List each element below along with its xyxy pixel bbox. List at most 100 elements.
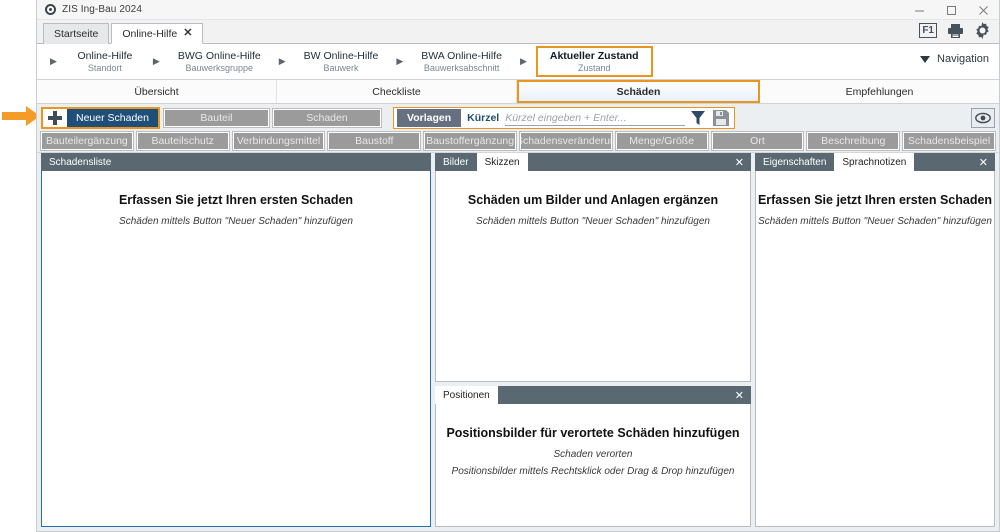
empty-state-subtitle: Schäden mittels Button "Neuer Schaden" h… — [758, 216, 992, 227]
section-tab-label: Empfehlungen — [845, 85, 914, 98]
positions-panel-header: Positionen ✕ — [435, 386, 751, 405]
tab-bilder[interactable]: Bilder — [435, 153, 477, 171]
toolbar: Neuer Schaden Bauteil Schaden Vorlagen K… — [37, 104, 999, 153]
preview-eye-button[interactable] — [971, 108, 995, 128]
tab-close-icon[interactable]: ✕ — [183, 28, 192, 39]
breadcrumb-subtitle: Standort — [87, 63, 122, 73]
bauteil-button[interactable]: Bauteil — [162, 108, 270, 128]
empty-state-subtitle-1: Schaden verorten — [553, 449, 633, 461]
ort-button[interactable]: Ort — [710, 131, 805, 151]
breadcrumb-subtitle: Bauwerksabschnitt — [423, 63, 500, 73]
toolbar-row-primary: Neuer Schaden Bauteil Schaden Vorlagen K… — [41, 107, 995, 129]
vorlagen-button[interactable]: Vorlagen — [396, 109, 462, 127]
document-tab-bar: Startseite Online-Hilfe ✕ — [37, 20, 999, 44]
schadensveraenderung-button[interactable]: Schadensveränderun — [518, 131, 613, 151]
tab-schaeden[interactable]: Schäden — [517, 80, 760, 103]
eye-icon — [975, 112, 991, 124]
tab-label: Startseite — [54, 28, 99, 40]
close-icon[interactable]: ✕ — [972, 153, 995, 171]
damage-list-body[interactable]: Erfassen Sie jetzt Ihren ersten Schaden … — [41, 171, 431, 527]
application-window: ZIS Ing-Bau 2024 Startseite Online-Hilfe — [36, 0, 1000, 532]
minimize-button[interactable] — [903, 0, 935, 20]
toolbar-row-attributes: Bauteilergänzung Bauteilschutz Verbindun… — [40, 131, 996, 151]
close-icon[interactable]: ✕ — [728, 153, 751, 171]
tab-sprachnotizen[interactable]: Sprachnotizen — [834, 153, 915, 171]
kuerzel-label: Kürzel — [467, 112, 500, 124]
close-button[interactable] — [967, 0, 999, 20]
breadcrumb-item-standort[interactable]: Online-Hilfe Standort — [66, 48, 144, 75]
empty-state-subtitle-2: Positionsbilder mittels Rechtsklick oder… — [451, 465, 735, 477]
kuerzel-input[interactable] — [505, 110, 686, 126]
tab-uebersicht[interactable]: Übersicht — [37, 80, 277, 103]
section-tab-label: Schäden — [616, 85, 661, 98]
images-panel: Bilder Skizzen ✕ Schäden um Bilder und A… — [435, 153, 751, 383]
maximize-button[interactable] — [935, 0, 967, 20]
schaden-button[interactable]: Schaden — [271, 108, 382, 128]
breadcrumb-title: Online-Hilfe — [77, 50, 133, 62]
breadcrumb-separator-icon: ▶ — [278, 56, 286, 66]
breadcrumb-item-bauwerk[interactable]: BW Online-Hilfe Bauwerk — [295, 48, 388, 75]
breadcrumb: ▶ Online-Hilfe Standort ▶ BWG Online-Hil… — [37, 46, 653, 77]
baustoff-button[interactable]: Baustoff — [327, 131, 422, 151]
breadcrumb-separator-icon: ▶ — [152, 56, 160, 66]
app-title: ZIS Ing-Bau 2024 — [62, 4, 142, 15]
plus-icon[interactable] — [43, 109, 67, 127]
beschreibung-button[interactable]: Beschreibung — [806, 131, 901, 151]
breadcrumb-subtitle: Bauwerk — [323, 63, 359, 73]
printer-icon[interactable] — [947, 23, 964, 39]
breadcrumb-separator-icon: ▶ — [50, 56, 57, 66]
bauteilergaenzung-button[interactable]: Bauteilergänzung — [40, 131, 134, 151]
menge-groesse-button[interactable]: Menge/Größe — [614, 131, 709, 151]
window-controls — [903, 0, 999, 19]
breadcrumb-title: BWG Online-Hilfe — [177, 50, 261, 62]
breadcrumb-title: BW Online-Hilfe — [303, 50, 379, 62]
new-damage-group[interactable]: Neuer Schaden — [41, 107, 160, 129]
tab-empfehlungen[interactable]: Empfehlungen — [760, 80, 999, 103]
close-icon[interactable]: ✕ — [728, 386, 751, 404]
damage-list-header: Schadensliste — [41, 153, 431, 171]
breadcrumb-item-zustand[interactable]: Aktueller Zustand Zustand — [535, 46, 653, 77]
section-tab-label: Checkliste — [372, 85, 421, 98]
gear-icon[interactable] — [974, 22, 991, 39]
properties-panel-header: Eigenschaften Sprachnotizen ✕ — [755, 153, 995, 171]
verbindungsmittel-button[interactable]: Verbindungsmittel — [231, 131, 326, 151]
empty-state-title: Erfassen Sie jetzt Ihren ersten Schaden — [757, 193, 993, 207]
floppy-disk-icon[interactable] — [711, 109, 731, 127]
chevron-down-icon — [920, 55, 931, 63]
f1-help-icon[interactable]: F1 — [919, 23, 937, 38]
breadcrumb-separator-icon: ▶ — [396, 56, 404, 66]
tab-startseite[interactable]: Startseite — [43, 23, 110, 44]
tab-online-hilfe[interactable]: Online-Hilfe ✕ — [111, 23, 204, 44]
bauteilschutz-button[interactable]: Bauteilschutz — [135, 131, 230, 151]
images-panel-header: Bilder Skizzen ✕ — [435, 153, 751, 171]
header-icon-group: F1 — [919, 22, 991, 39]
navigation-button[interactable]: Navigation — [920, 53, 989, 65]
panel-title: Schadensliste — [49, 156, 112, 168]
main-content: Schadensliste Erfassen Sie jetzt Ihren e… — [37, 153, 999, 531]
properties-panel-body[interactable]: Erfassen Sie jetzt Ihren ersten Schaden … — [755, 171, 995, 527]
tab-skizzen[interactable]: Skizzen — [476, 153, 528, 171]
breadcrumb-bar: ▶ Online-Hilfe Standort ▶ BWG Online-Hil… — [37, 22, 999, 80]
title-bar: ZIS Ing-Bau 2024 — [37, 0, 999, 20]
breadcrumb-item-bauwerksgruppe[interactable]: BWG Online-Hilfe Bauwerksgruppe — [169, 48, 270, 75]
new-damage-button[interactable]: Neuer Schaden — [67, 109, 158, 127]
breadcrumb-title: Aktueller Zustand — [549, 50, 639, 62]
tab-eigenschaften[interactable]: Eigenschaften — [755, 153, 835, 171]
tab-checkliste[interactable]: Checkliste — [277, 80, 517, 103]
tab-label: Online-Hilfe — [122, 27, 178, 40]
tab-positionen[interactable]: Positionen — [435, 386, 498, 405]
empty-state-title: Schäden um Bilder und Anlagen ergänzen — [467, 193, 719, 207]
breadcrumb-subtitle: Bauwerksgruppe — [185, 63, 254, 73]
breadcrumb-separator-icon: ▶ — [519, 56, 527, 66]
schadensbeispiel-button[interactable]: Schadensbeispiel — [902, 131, 996, 151]
app-logo-icon — [45, 4, 56, 15]
positions-panel-body[interactable]: Positionsbilder für verortete Schäden hi… — [435, 404, 751, 527]
breadcrumb-subtitle: Zustand — [577, 63, 611, 73]
breadcrumb-item-bauwerksabschnitt[interactable]: BWA Online-Hilfe Bauwerksabschnitt — [412, 48, 511, 75]
funnel-icon[interactable] — [691, 110, 706, 126]
section-tab-bar: Übersicht Checkliste Schäden Empfehlunge… — [37, 80, 999, 104]
images-panel-body[interactable]: Schäden um Bilder und Anlagen ergänzen S… — [435, 171, 751, 383]
damage-list-panel: Schadensliste Erfassen Sie jetzt Ihren e… — [41, 153, 431, 527]
baustoffergaenzung-button[interactable]: Baustoffergänzung — [423, 131, 517, 151]
breadcrumb-title: BWA Online-Hilfe — [421, 50, 502, 62]
